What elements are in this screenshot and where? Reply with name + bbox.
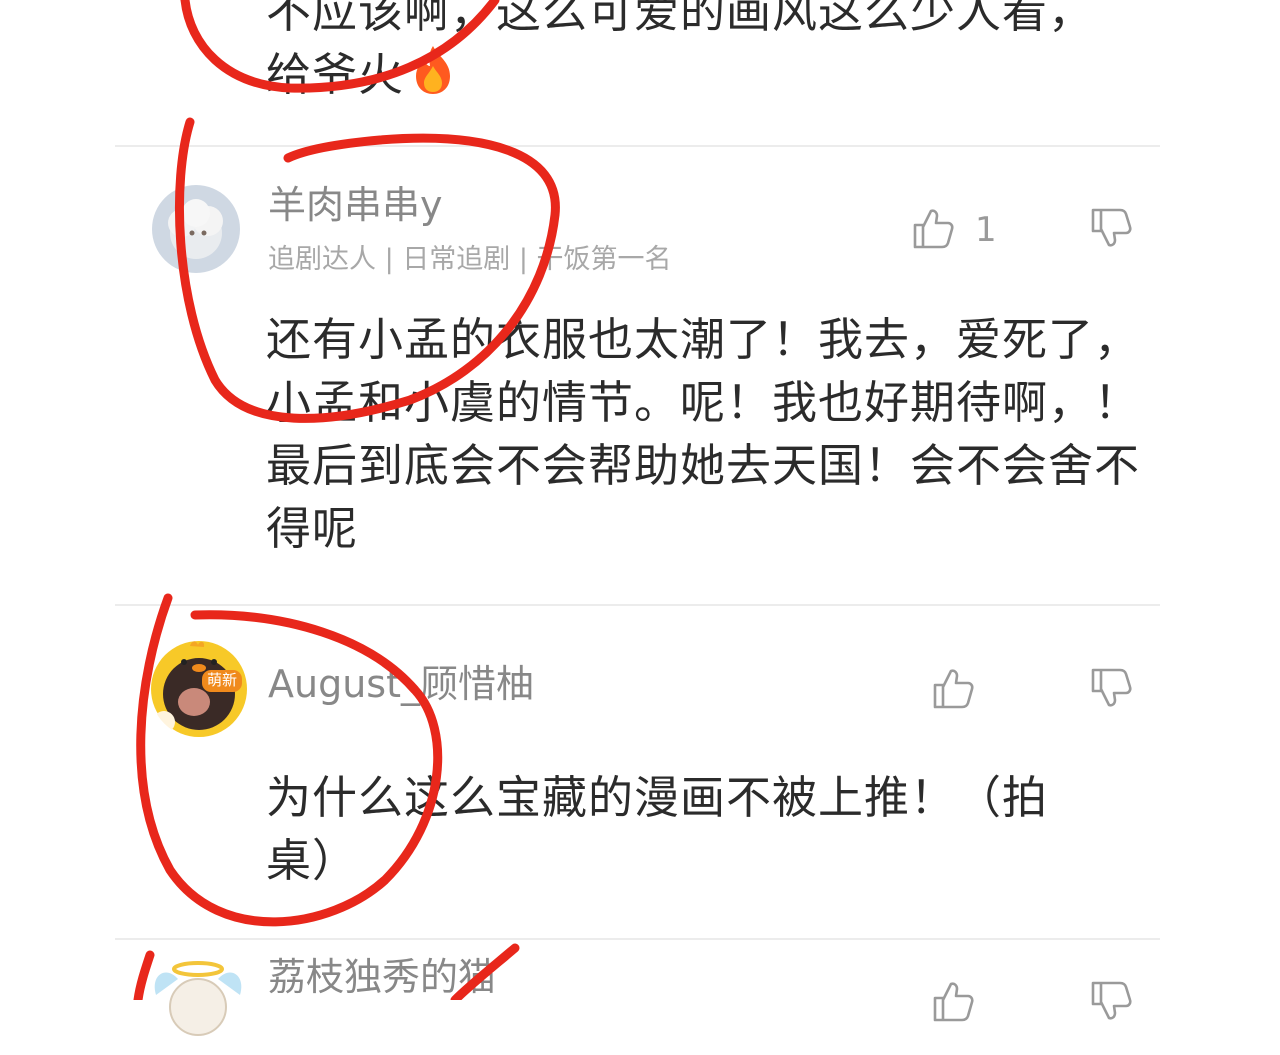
username[interactable]: 羊肉串串y — [268, 186, 443, 224]
comment-divider — [115, 604, 1160, 606]
thumbs-up-icon — [913, 209, 954, 249]
like-count: 1 — [975, 210, 997, 250]
avatar[interactable] — [152, 185, 240, 273]
comment-text: 还有小孟的衣服也太潮了！我去，爱死了，小孟和小虞的情节。呢！我也好期待啊，！最后… — [266, 313, 1141, 555]
like-button[interactable] — [910, 205, 956, 251]
dislike-button[interactable] — [1088, 665, 1134, 711]
user-badges: 追剧达人 | 日常追剧 | 干饭第一名 — [268, 244, 672, 275]
username[interactable]: 荔枝独秀的猫 — [268, 958, 496, 996]
thumbs-up-icon — [933, 982, 974, 1022]
thumbs-down-icon — [1091, 668, 1132, 707]
thumbs-down-icon — [1091, 208, 1132, 247]
dislike-button[interactable] — [1088, 205, 1134, 251]
avatar-tag: 萌新 — [201, 670, 242, 692]
dislike-button[interactable] — [1088, 978, 1134, 1024]
avatar[interactable] — [148, 955, 248, 1055]
comment-divider — [115, 145, 1160, 147]
top-comment-line2: 给爷火 — [266, 48, 405, 101]
comment-text: 为什么这么宝藏的漫画不被上推！（拍桌） — [266, 771, 1049, 887]
like-button[interactable] — [930, 665, 976, 711]
avatar[interactable]: 萌新 — [150, 640, 248, 738]
username[interactable]: August_顾惜柚 — [268, 665, 534, 703]
comment-divider — [115, 938, 1160, 940]
thumbs-down-icon — [1091, 981, 1132, 1020]
fire-icon — [410, 44, 456, 112]
like-button[interactable] — [930, 978, 976, 1024]
top-comment-text: 不应该啊，这么可爱的画风这么少人看， 给爷火 — [266, 0, 1146, 112]
thumbs-up-icon — [933, 669, 974, 709]
top-comment-line1: 不应该啊，这么可爱的画风这么少人看， — [266, 0, 1095, 38]
